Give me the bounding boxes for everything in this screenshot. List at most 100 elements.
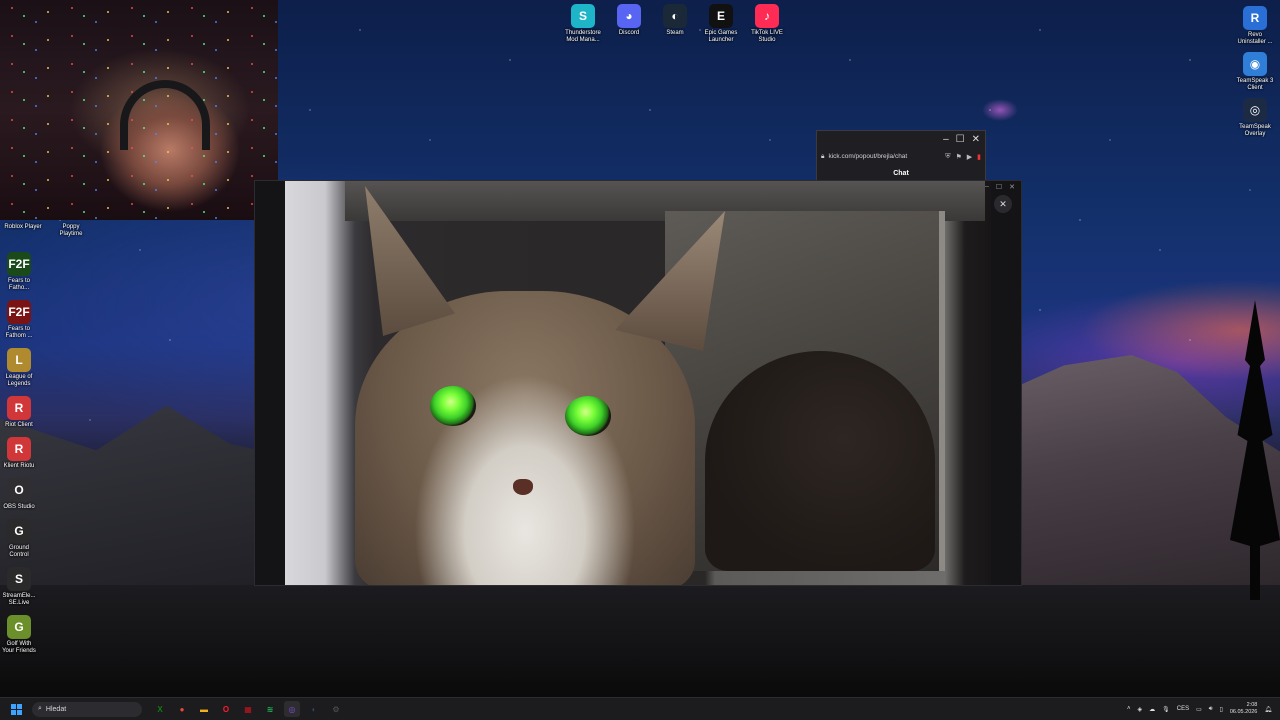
desktop-shortcut[interactable]: Poppy Playtime	[48, 222, 94, 238]
desktop-shortcut-label: Fears to Fatho...	[7, 278, 30, 291]
ground-control-icon: G	[7, 519, 31, 543]
desktop-shortcut-label: Revo Uninstaller ...	[1237, 32, 1273, 45]
cat-nose	[513, 479, 533, 495]
chrome-icon[interactable]: ●	[174, 701, 190, 717]
poppy-playtime-icon-label: Poppy Playtime	[59, 224, 83, 237]
desktop-shortcut[interactable]: ◎ TeamSpeak Overlay	[1232, 98, 1278, 138]
desktop-shortcut[interactable]: F2F Fears to Fatho...	[0, 252, 42, 292]
language-indicator[interactable]: CES	[1177, 706, 1189, 712]
desktop-shortcut-label: TeamSpeak 3 Client	[1236, 78, 1274, 91]
notification-icon[interactable]: 🔔︎	[1264, 706, 1272, 713]
desktop-shortcut[interactable]: S Thunderstore Mod Mana...	[560, 4, 606, 44]
display-icon[interactable]: ▭	[1196, 706, 1202, 713]
thunderstore-icon: S	[571, 4, 595, 28]
chat-address-bar[interactable]: 🔒︎ kick.com/popout/brejla/chat ⛨ ⚑ ▶ ▮	[817, 148, 985, 165]
cat-photo	[285, 181, 991, 585]
taskbar: ⌕ Hledat X ● ▬ O ▦ ≋ ◎ ◐ ⚙ ˄ ◈ ☁ 🎙︎ CES ▭ 🔊︎ ▯ 2…	[0, 697, 1280, 720]
desktop-shortcut-label: Steam	[666, 30, 684, 36]
file-explorer-icon[interactable]: ▬	[196, 701, 212, 717]
steam-icon[interactable]: ◐	[306, 701, 322, 717]
foreground-trees	[0, 585, 1280, 697]
desktop-shortcut-label: TikTok LIVE Studio	[751, 30, 783, 43]
shield-icon[interactable]: ⛨	[945, 153, 950, 161]
app-red-icon[interactable]: ▦	[240, 701, 256, 717]
opera-icon[interactable]: O	[218, 701, 234, 717]
teamspeak-icon: ◉	[1243, 52, 1267, 76]
desktop-shortcut-label: Epic Games Launcher	[704, 30, 738, 43]
revo-uninstaller-icon: R	[1243, 6, 1267, 30]
cat-eye-right	[565, 396, 611, 436]
desktop-shortcut-label: Golf With Your Friends	[2, 641, 36, 654]
lock-icon: 🔒︎	[821, 152, 825, 160]
desktop-icons-left-top-row: Roblox Player Poppy Playtime	[0, 222, 94, 238]
obs-icon: O	[7, 478, 31, 502]
network-icon[interactable]: ◈	[1137, 706, 1142, 713]
desktop-shortcut[interactable]: O OBS Studio	[0, 478, 42, 511]
clock-time: 2:08	[1246, 702, 1258, 708]
desktop-shortcut[interactable]: ◐ Steam	[652, 4, 698, 44]
desktop-shortcut-label: TeamSpeak Overlay	[1239, 124, 1271, 137]
desktop-shortcut[interactable]: E Epic Games Launcher	[698, 4, 744, 44]
desktop-shortcut[interactable]: R Riot Client	[0, 396, 42, 429]
desktop-shortcut-label: Discord	[618, 30, 640, 36]
desktop-shortcut-label: League of Legends	[5, 374, 33, 387]
windows-icon	[10, 703, 22, 715]
cloud-icon[interactable]: ☁	[1149, 706, 1155, 713]
desktop-shortcut-label: Riot Client	[5, 422, 33, 428]
discord-icon: ◕	[617, 4, 641, 28]
volume-icon[interactable]: 🔊︎	[1209, 706, 1213, 713]
microphone-icon[interactable]: 🎙︎	[1162, 706, 1170, 713]
battery-icon[interactable]: ▯	[1220, 706, 1223, 713]
desktop-shortcut-label: Klient Riotu	[3, 463, 35, 469]
settings-icon[interactable]: ⚙	[328, 701, 344, 717]
extension-icon[interactable]: ⚑	[955, 153, 961, 161]
desktop-shortcut[interactable]: F2F Fears to Fathom ...	[0, 300, 42, 340]
desktop-shortcut[interactable]: G Ground Control	[0, 519, 42, 559]
riot-client-icon: R	[7, 437, 31, 461]
desktop-shortcut[interactable]: R Klient Riotu	[0, 437, 42, 470]
cat-eye-left	[430, 386, 476, 426]
desktop-shortcut-label: Fears to Fathom ...	[5, 326, 33, 339]
desktop-shortcut[interactable]: G Golf With Your Friends	[0, 615, 42, 655]
golf-with-friends-icon: G	[7, 615, 31, 639]
spotify-icon[interactable]: ≋	[262, 701, 278, 717]
clock[interactable]: 2:08 06.05.2026	[1230, 702, 1258, 716]
chat-maximize-button[interactable]: ☐	[956, 134, 965, 145]
epic-games-icon: E	[709, 4, 733, 28]
desktop-shortcut[interactable]: Roblox Player	[0, 222, 46, 238]
kick-chat-popup-window[interactable]: – ☐ ✕ 🔒︎ kick.com/popout/brejla/chat ⛨ ⚑…	[816, 130, 986, 182]
viewer-maximize-button[interactable]: ☐	[996, 183, 1002, 191]
desktop-shortcut[interactable]: ♪ TikTok LIVE Studio	[744, 4, 790, 44]
desktop-shortcut[interactable]: ◉ TeamSpeak 3 Client	[1232, 52, 1278, 92]
desktop-shortcut[interactable]: L League of Legends	[0, 348, 42, 388]
viewer-minimize-button[interactable]: –	[985, 183, 989, 191]
desktop-icons-left: F2F Fears to Fatho... F2F Fears to Fathom .…	[0, 252, 42, 655]
browser-icon[interactable]: ◎	[284, 701, 300, 717]
desktop-shortcut[interactable]: R Revo Uninstaller ...	[1232, 6, 1278, 46]
chevron-up-icon[interactable]: ˄	[1127, 706, 1131, 712]
desktop-shortcut-label: StreamEle... SE.Live	[2, 593, 36, 606]
desktop-shortcut-label: Thunderstore Mod Mana...	[565, 30, 601, 43]
clock-date: 06.05.2026	[1229, 709, 1258, 715]
f2f-icon: F2F	[7, 300, 31, 324]
taskbar-search[interactable]: ⌕ Hledat	[32, 701, 142, 717]
viewer-close-button[interactable]: ✕	[994, 195, 1012, 213]
desktop-shortcut[interactable]: S StreamEle... SE.Live	[0, 567, 42, 607]
steam-icon: ◐	[663, 4, 687, 28]
roblox-icon-label: Roblox Player	[4, 224, 42, 230]
xbox-icon[interactable]: X	[152, 701, 168, 717]
viewer-close-window-button[interactable]: ✕	[1009, 183, 1015, 191]
chat-url-text[interactable]: kick.com/popout/brejla/chat	[828, 153, 941, 160]
desktop-icons-top: S Thunderstore Mod Mana... ◕ Discord ◐ Steam E…	[560, 4, 790, 44]
taskbar-apps: X ● ▬ O ▦ ≋ ◎ ◐ ⚙	[152, 701, 344, 717]
chat-minimize-button[interactable]: –	[943, 134, 949, 145]
start-button[interactable]	[4, 698, 28, 720]
teamspeak-overlay-icon: ◎	[1243, 98, 1267, 122]
league-of-legends-icon: L	[7, 348, 31, 372]
record-icon[interactable]: ▮	[977, 153, 981, 161]
photo-viewer-window[interactable]: – ☐ ✕ ✕	[254, 180, 1022, 586]
search-icon: ⌕	[38, 705, 42, 712]
play-icon[interactable]: ▶	[967, 153, 972, 161]
chat-close-button[interactable]: ✕	[972, 134, 980, 145]
desktop-shortcut[interactable]: ◕ Discord	[606, 4, 652, 44]
